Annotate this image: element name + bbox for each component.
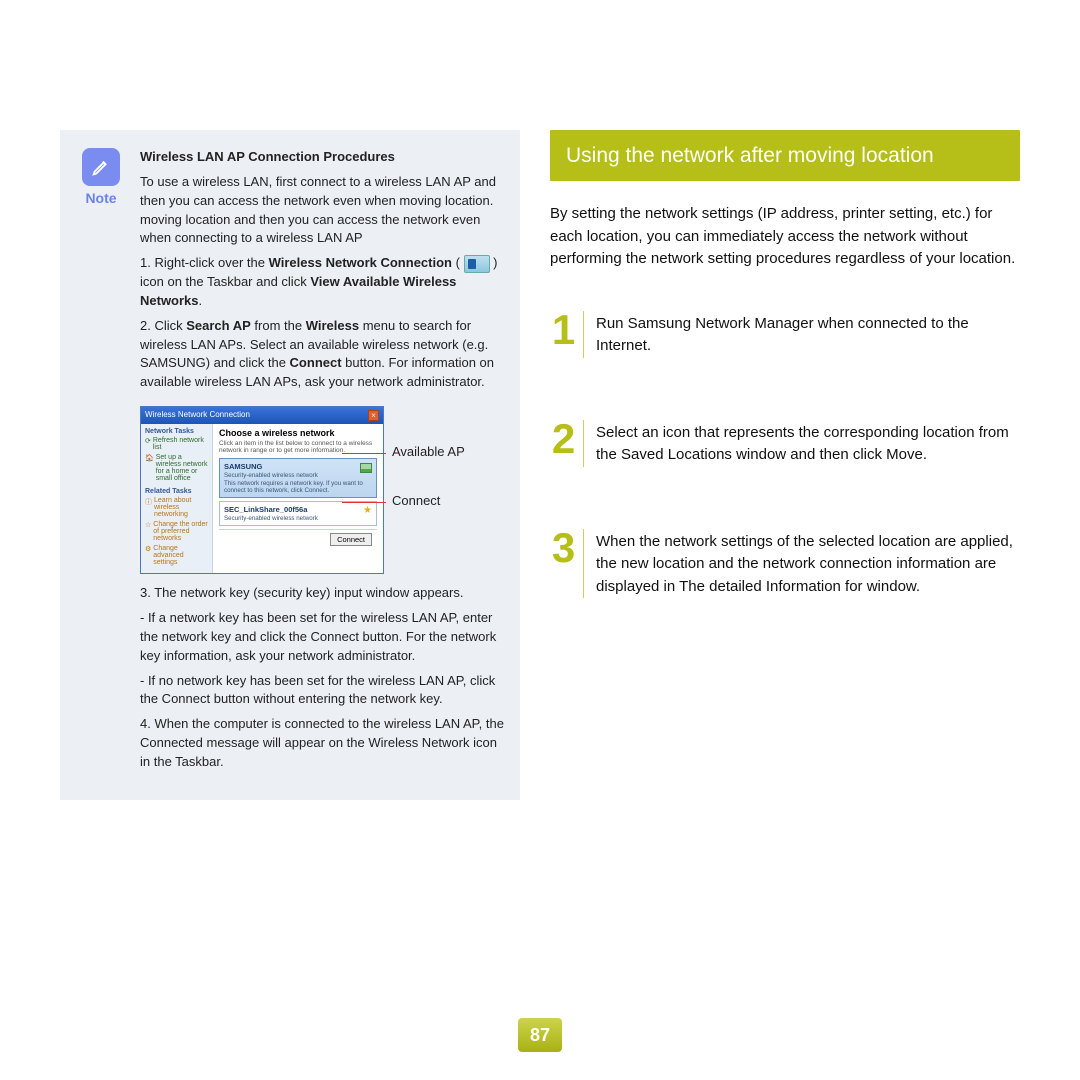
- step-3: 3 When the network settings of the selec…: [550, 529, 1020, 599]
- section-intro: By setting the network settings (IP addr…: [550, 203, 1020, 271]
- note-step3a: - If a network key has been set for the …: [140, 609, 504, 666]
- page-number: 87: [518, 1018, 562, 1052]
- note-step4: 4. When the computer is connected to the…: [140, 715, 504, 772]
- step-number: 1: [550, 311, 584, 358]
- dialog-sidebar: Network Tasks ⟳Refresh network list 🏠Set…: [141, 424, 213, 573]
- note-title: Wireless LAN AP Connection Procedures: [140, 149, 395, 164]
- wireless-taskbar-icon: [464, 255, 490, 273]
- advanced-item: ⚙Change advanced settings: [145, 545, 208, 566]
- section-title: Using the network after moving location: [550, 130, 1020, 181]
- order-item: ☆Change the order of preferred networks: [145, 521, 208, 542]
- step-text: Select an icon that represents the corre…: [596, 420, 1020, 467]
- step-text: When the network settings of the selecte…: [596, 529, 1020, 599]
- setup-item: 🏠Set up a wireless network for a home or…: [145, 454, 208, 482]
- pencil-icon: [82, 148, 120, 186]
- dialog-main: Choose a wireless network Click an item …: [213, 424, 383, 573]
- step-number: 2: [550, 420, 584, 467]
- step-number: 3: [550, 529, 584, 599]
- note-step3: 3. The network key (security key) input …: [140, 584, 504, 603]
- signal-icon: [360, 463, 372, 473]
- note-panel: Note Wireless LAN AP Connection Procedur…: [60, 130, 520, 800]
- close-icon: ×: [368, 410, 379, 421]
- star-icon: ★: [363, 505, 372, 516]
- network-item-selected: SAMSUNG Security-enabled wireless networ…: [219, 458, 377, 498]
- note-intro: To use a wireless LAN, first connect to …: [140, 173, 504, 248]
- note-label: Note: [76, 190, 126, 206]
- callout-connect: Connect: [392, 493, 465, 508]
- dialog-titlebar: Wireless Network Connection ×: [141, 407, 383, 424]
- note-step3b: - If no network key has been set for the…: [140, 672, 504, 710]
- wireless-connection-dialog: Wireless Network Connection × Network Ta…: [140, 406, 384, 574]
- network-item: ★ SEC_LinkShare_00f56a Security-enabled …: [219, 501, 377, 526]
- note-body: Wireless LAN AP Connection Procedures To…: [140, 148, 504, 398]
- callout-available-ap: Available AP: [392, 444, 465, 459]
- refresh-item: ⟳Refresh network list: [145, 437, 208, 451]
- step-1: 1 Run Samsung Network Manager when conne…: [550, 311, 1020, 358]
- step-2: 2 Select an icon that represents the cor…: [550, 420, 1020, 467]
- step-text: Run Samsung Network Manager when connect…: [596, 311, 1020, 358]
- right-column: Using the network after moving location …: [550, 130, 1020, 800]
- learn-item: ⓘLearn about wireless networking: [145, 497, 208, 518]
- connect-button: Connect: [330, 533, 372, 546]
